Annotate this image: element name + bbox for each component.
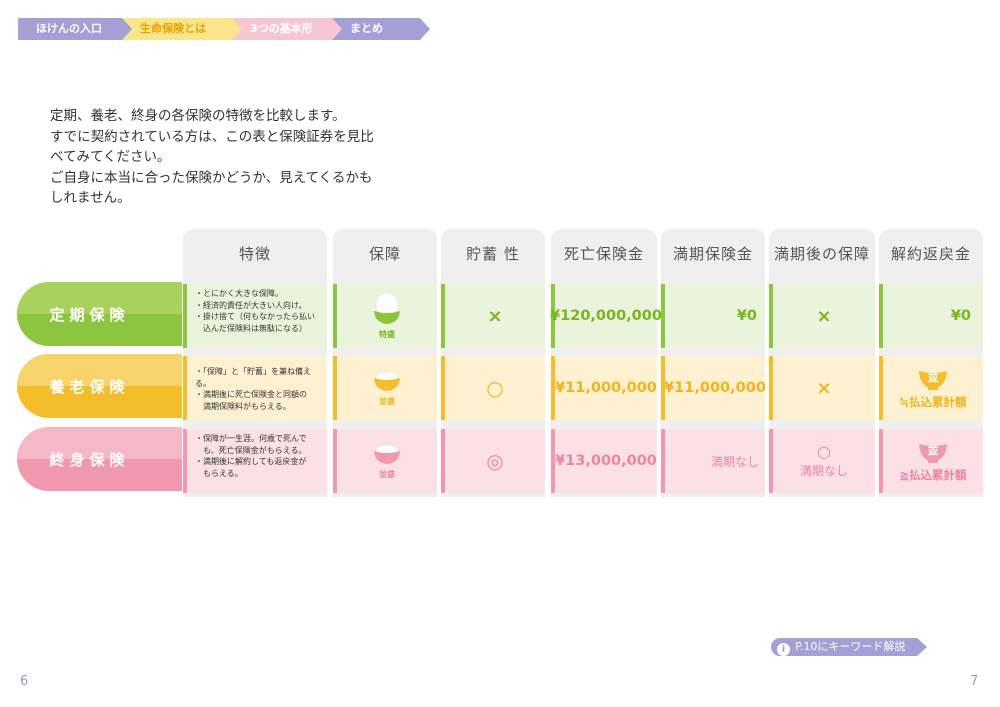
row-label-text: 定期保険 xyxy=(49,305,130,324)
intro-line: 定期、養老、終身の各保険の特徴を比較します。 xyxy=(50,108,346,124)
page-number-left: 6 xyxy=(20,674,29,689)
breadcrumb-label: 生命保険とは xyxy=(140,22,206,35)
breadcrumb-item-2[interactable]: 生命保険とは xyxy=(122,18,242,40)
rice-bowl-marked-icon: 並 xyxy=(915,367,951,391)
feature-line: も、死亡保険金がもらえる。 xyxy=(195,445,307,455)
row-death-whole-life: ¥13,000,000 xyxy=(551,429,657,493)
bowl-mark: 並 xyxy=(927,443,939,457)
page-number-right: 7 xyxy=(970,674,979,689)
row-features-term: ・とにかく大きな保障。 ・経済的責任が大きい人向け。 ・掛け捨て（何もなかったら… xyxy=(183,284,327,348)
rice-bowl-regular-icon: 並盛 xyxy=(372,443,402,480)
feature-line: ・とにかく大きな保障。 xyxy=(195,289,283,298)
row-maturity-endowment: ¥11,000,000 xyxy=(661,356,766,420)
bowl-mark: 並 xyxy=(927,370,939,384)
info-icon: i xyxy=(777,643,790,656)
row-coverage-term: 特盛 xyxy=(333,284,437,348)
intro-text: 定期、養老、終身の各保険の特徴を比較します。 すでに契約されている方は、この表と… xyxy=(50,106,374,209)
breadcrumb-label: ほけんの入口 xyxy=(36,22,102,35)
row-savings-endowment: ○ xyxy=(441,356,545,420)
rice-bowl-marked-icon: 並 xyxy=(915,440,951,464)
keyword-link[interactable]: i P.10にキーワード解説 xyxy=(771,638,928,656)
feature-line: 込んだ保険料は無駄になる） xyxy=(195,323,307,333)
circle-mark: ○ xyxy=(817,441,831,461)
col-header-features: 特徴 xyxy=(183,229,327,277)
intro-line: べてみてください。 xyxy=(50,149,171,165)
breadcrumb-item-1[interactable]: ほけんの入口 xyxy=(18,18,132,40)
col-header-savings: 貯蓄 性 xyxy=(441,229,545,277)
row-post-endowment: × xyxy=(769,356,875,420)
row-savings-term: × xyxy=(441,284,545,348)
row-coverage-endowment: 並盛 xyxy=(333,356,437,420)
surrender-text: ≒払込累計額 xyxy=(899,394,967,409)
breadcrumb-item-4[interactable]: まとめ xyxy=(332,18,430,40)
rice-bowl-large-icon: 特盛 xyxy=(372,292,402,340)
breadcrumb-item-3[interactable]: 3つの基本形 xyxy=(232,18,342,40)
intro-line: ご自身に本当に合った保険かどうか、見えてくるかも xyxy=(50,169,373,186)
col-header-post-maturity: 満期後の保障 xyxy=(769,229,875,277)
row-label-term: 定期保険 xyxy=(17,282,182,346)
keyword-link-label: P.10にキーワード解説 xyxy=(795,640,906,653)
feature-line: ・掛け捨て（何もなかったら払い xyxy=(195,312,315,321)
row-coverage-whole-life: 並盛 xyxy=(333,429,437,493)
surrender-text: ≧払込累計額 xyxy=(899,467,967,482)
feature-line: ・満期後に死亡保険金と同額の xyxy=(195,390,307,399)
breadcrumb-label: まとめ xyxy=(350,22,383,35)
col-header-surrender: 解約返戻金 xyxy=(879,229,983,277)
breadcrumb: ほけんの入口 生命保険とは 3つの基本形 まとめ xyxy=(18,18,430,40)
bowl-label: 特盛 xyxy=(379,329,395,339)
row-surrender-term: ¥0 xyxy=(879,284,983,348)
row-savings-whole-life: ◎ xyxy=(441,429,545,493)
row-post-term: × xyxy=(769,284,875,348)
row-features-endowment: ・「保障」と「貯蓄」を兼ね備える。 ・満期後に死亡保険金と同額の 満期保険料がも… xyxy=(183,356,327,420)
feature-line: ・満期後に解約しても返戻金が xyxy=(195,457,307,466)
post-maturity-text: 満期なし xyxy=(799,463,848,478)
bowl-label: 並盛 xyxy=(379,396,395,406)
breadcrumb-label: 3つの基本形 xyxy=(250,22,313,35)
rice-bowl-regular-icon: 並盛 xyxy=(372,370,402,407)
row-death-endowment: ¥11,000,000 xyxy=(551,356,657,420)
feature-line: ・経済的責任が大きい人向け。 xyxy=(195,300,307,310)
feature-line: もらえる。 xyxy=(195,468,243,478)
col-header-death-benefit: 死亡保険金 xyxy=(551,229,657,277)
row-surrender-whole-life: 並 ≧払込累計額 xyxy=(879,429,983,493)
row-surrender-endowment: 並 ≒払込累計額 xyxy=(879,356,983,420)
bowl-label: 並盛 xyxy=(379,469,395,479)
intro-line: すでに契約されている方は、この表と保険証券を見比 xyxy=(50,128,374,145)
row-maturity-whole-life: 満期なし xyxy=(661,429,765,493)
feature-line: ・「保障」と「貯蓄」を兼ね備える。 xyxy=(195,367,311,388)
row-label-whole-life: 終身保険 xyxy=(17,427,182,491)
intro-line: しれません。 xyxy=(50,190,131,206)
row-death-term: ¥120,000,000 xyxy=(550,284,662,348)
row-post-whole-life: ○ 満期なし xyxy=(769,429,875,493)
col-header-coverage: 保障 xyxy=(333,229,437,277)
feature-line: 満期保険料がもらえる。 xyxy=(195,401,291,411)
row-label-text: 終身保険 xyxy=(49,450,130,469)
row-label-text: 養老保険 xyxy=(49,377,130,396)
row-features-whole-life: ・保障が一生涯。何歳で死んで も、死亡保険金がもらえる。 ・満期後に解約しても返… xyxy=(183,429,327,493)
row-label-endowment: 養老保険 xyxy=(17,354,182,418)
feature-line: ・保障が一生涯。何歳で死んで xyxy=(195,434,307,443)
col-header-maturity-benefit: 満期保険金 xyxy=(661,229,765,277)
row-maturity-term: ¥0 xyxy=(661,284,765,348)
